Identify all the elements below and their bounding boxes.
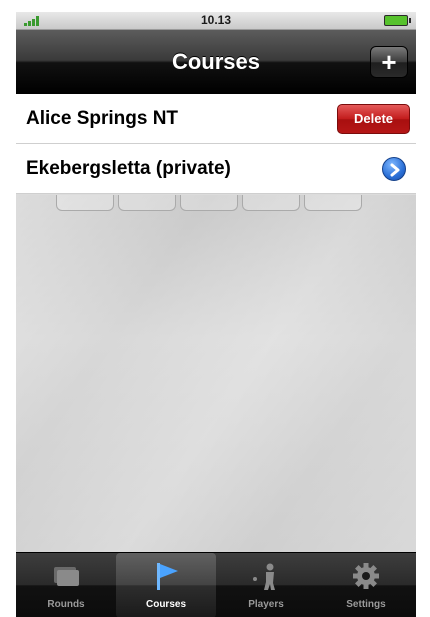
decorative-background xyxy=(56,195,376,215)
add-course-button[interactable]: + xyxy=(370,46,408,78)
status-time: 10.13 xyxy=(200,13,232,27)
tab-players[interactable]: Players xyxy=(216,553,316,617)
battery-icon xyxy=(384,15,411,26)
list-item[interactable]: Ekebergsletta (private) xyxy=(16,144,416,194)
navigation-bar: Courses + xyxy=(16,30,416,94)
golfer-icon xyxy=(248,561,284,591)
disclosure-button-icon[interactable] xyxy=(382,157,406,181)
course-name: Alice Springs NT xyxy=(26,108,179,129)
tab-label: Courses xyxy=(145,599,186,610)
tab-courses[interactable]: Courses xyxy=(116,553,216,617)
gear-icon xyxy=(348,561,384,591)
iphone-screen: 10.13 Courses + Alice Springs NT Delete … xyxy=(16,12,416,617)
tab-bar: Rounds Courses Players Settings xyxy=(16,552,416,617)
courses-list: Alice Springs NT Delete Ekebergsletta (p… xyxy=(16,94,416,194)
tab-label: Players xyxy=(248,599,284,610)
tab-rounds[interactable]: Rounds xyxy=(16,553,116,617)
tab-label: Settings xyxy=(346,599,386,610)
tab-settings[interactable]: Settings xyxy=(316,553,416,617)
flag-icon xyxy=(148,561,184,591)
status-bar: 10.13 xyxy=(16,12,416,30)
tab-label: Rounds xyxy=(47,599,85,610)
page-title: Courses xyxy=(171,49,261,74)
empty-background xyxy=(16,195,416,552)
delete-button[interactable]: Delete xyxy=(337,104,410,134)
list-item[interactable]: Alice Springs NT Delete xyxy=(16,94,416,144)
course-name: Ekebergsletta (private) xyxy=(26,158,231,179)
scorecard-icon xyxy=(48,561,84,591)
